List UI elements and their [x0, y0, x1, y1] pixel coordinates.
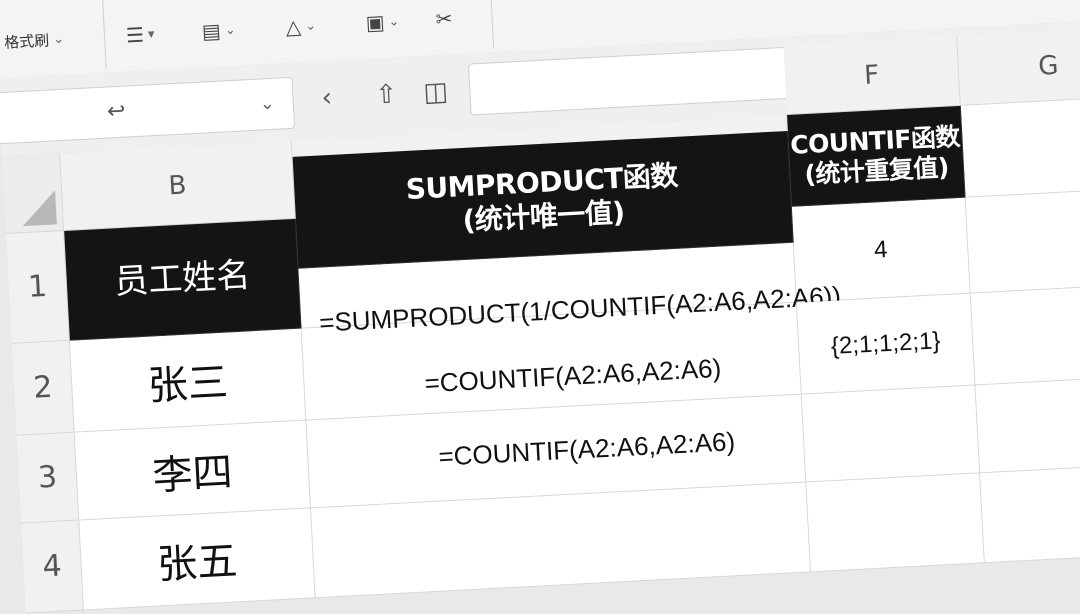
- column-header-b[interactable]: B: [60, 140, 296, 231]
- list-align-icon: ☰: [125, 22, 145, 48]
- column-header-f[interactable]: F: [783, 35, 961, 115]
- scissor-icon: ✂: [434, 6, 453, 32]
- hand-cursor-icon: ↩: [106, 98, 127, 125]
- cell-g1-top[interactable]: [960, 96, 1080, 198]
- cell-b4[interactable]: 张五: [79, 508, 316, 611]
- format-brush-label: 格式刷: [3, 30, 50, 52]
- bell-fill-icon: △: [285, 14, 302, 40]
- chevron-down-icon: ⌄: [52, 31, 65, 47]
- note-icon: ▣: [365, 9, 386, 35]
- row-header-3[interactable]: 3: [16, 432, 80, 524]
- select-all-triangle-icon: [21, 190, 57, 227]
- chevron-down-icon: ⌄: [304, 18, 317, 34]
- cell-f3[interactable]: [801, 385, 981, 483]
- cell-g4[interactable]: [980, 463, 1080, 564]
- name-box[interactable]: ↩ ⌄: [0, 76, 296, 145]
- countif-subtitle: (统计重复值): [803, 152, 950, 189]
- header-cell-countif[interactable]: COUNTIF函数 (统计重复值): [787, 105, 966, 207]
- cell-f2[interactable]: {2;1;1;2;1}: [796, 293, 976, 395]
- cell-g1[interactable]: [965, 188, 1080, 294]
- toolbar-divider: [102, 0, 107, 69]
- toolbar-divider: [489, 0, 495, 49]
- chevron-down-icon: ⌄: [388, 13, 400, 30]
- fx-function-icon[interactable]: ◫: [423, 77, 449, 108]
- format-brush-button[interactable]: 格式刷 ⌄: [3, 23, 65, 58]
- indent-icon: ▤: [201, 18, 222, 44]
- row-header-1[interactable]: 1: [6, 230, 70, 344]
- chevron-down-icon: ⌄: [224, 22, 237, 38]
- indent-button[interactable]: ▤ ⌄: [201, 14, 236, 48]
- select-all-corner[interactable]: [2, 153, 65, 234]
- cell-g2[interactable]: [970, 284, 1080, 386]
- cell-g3[interactable]: [975, 376, 1080, 474]
- row-header-4[interactable]: 4: [21, 520, 85, 614]
- spreadsheet-scene: 格式刷 ⌄ ☰ ▾ ▤ ⌄ △ ⌄ ▣ ⌄ ✂ ↩ ⌄ ‹ ⇧ ◫ B F G …: [0, 0, 1080, 614]
- cut-button[interactable]: ✂: [435, 2, 453, 35]
- cell-d2-countif-formula: =COUNTIF(A2:A6,A2:A6): [423, 352, 722, 399]
- column-header-g[interactable]: G: [957, 26, 1080, 106]
- align-button[interactable]: ☰ ▾: [125, 18, 155, 51]
- sumproduct-subtitle: (统计唯一值): [461, 195, 626, 237]
- row-header-2[interactable]: 2: [12, 340, 75, 436]
- up-arrow-icon[interactable]: ⇧: [375, 79, 398, 110]
- header-cell-name[interactable]: 员工姓名: [64, 218, 302, 341]
- cell-b3[interactable]: 李四: [74, 420, 312, 521]
- chevron-down-icon: ⌄: [259, 92, 276, 115]
- back-arrow-icon[interactable]: ‹: [321, 83, 333, 114]
- cell-f4[interactable]: [806, 473, 985, 573]
- chevron-down-icon: ▾: [147, 26, 155, 42]
- note-button[interactable]: ▣ ⌄: [365, 5, 400, 39]
- fill-button[interactable]: △ ⌄: [285, 10, 317, 44]
- cell-b2[interactable]: 张三: [69, 328, 307, 433]
